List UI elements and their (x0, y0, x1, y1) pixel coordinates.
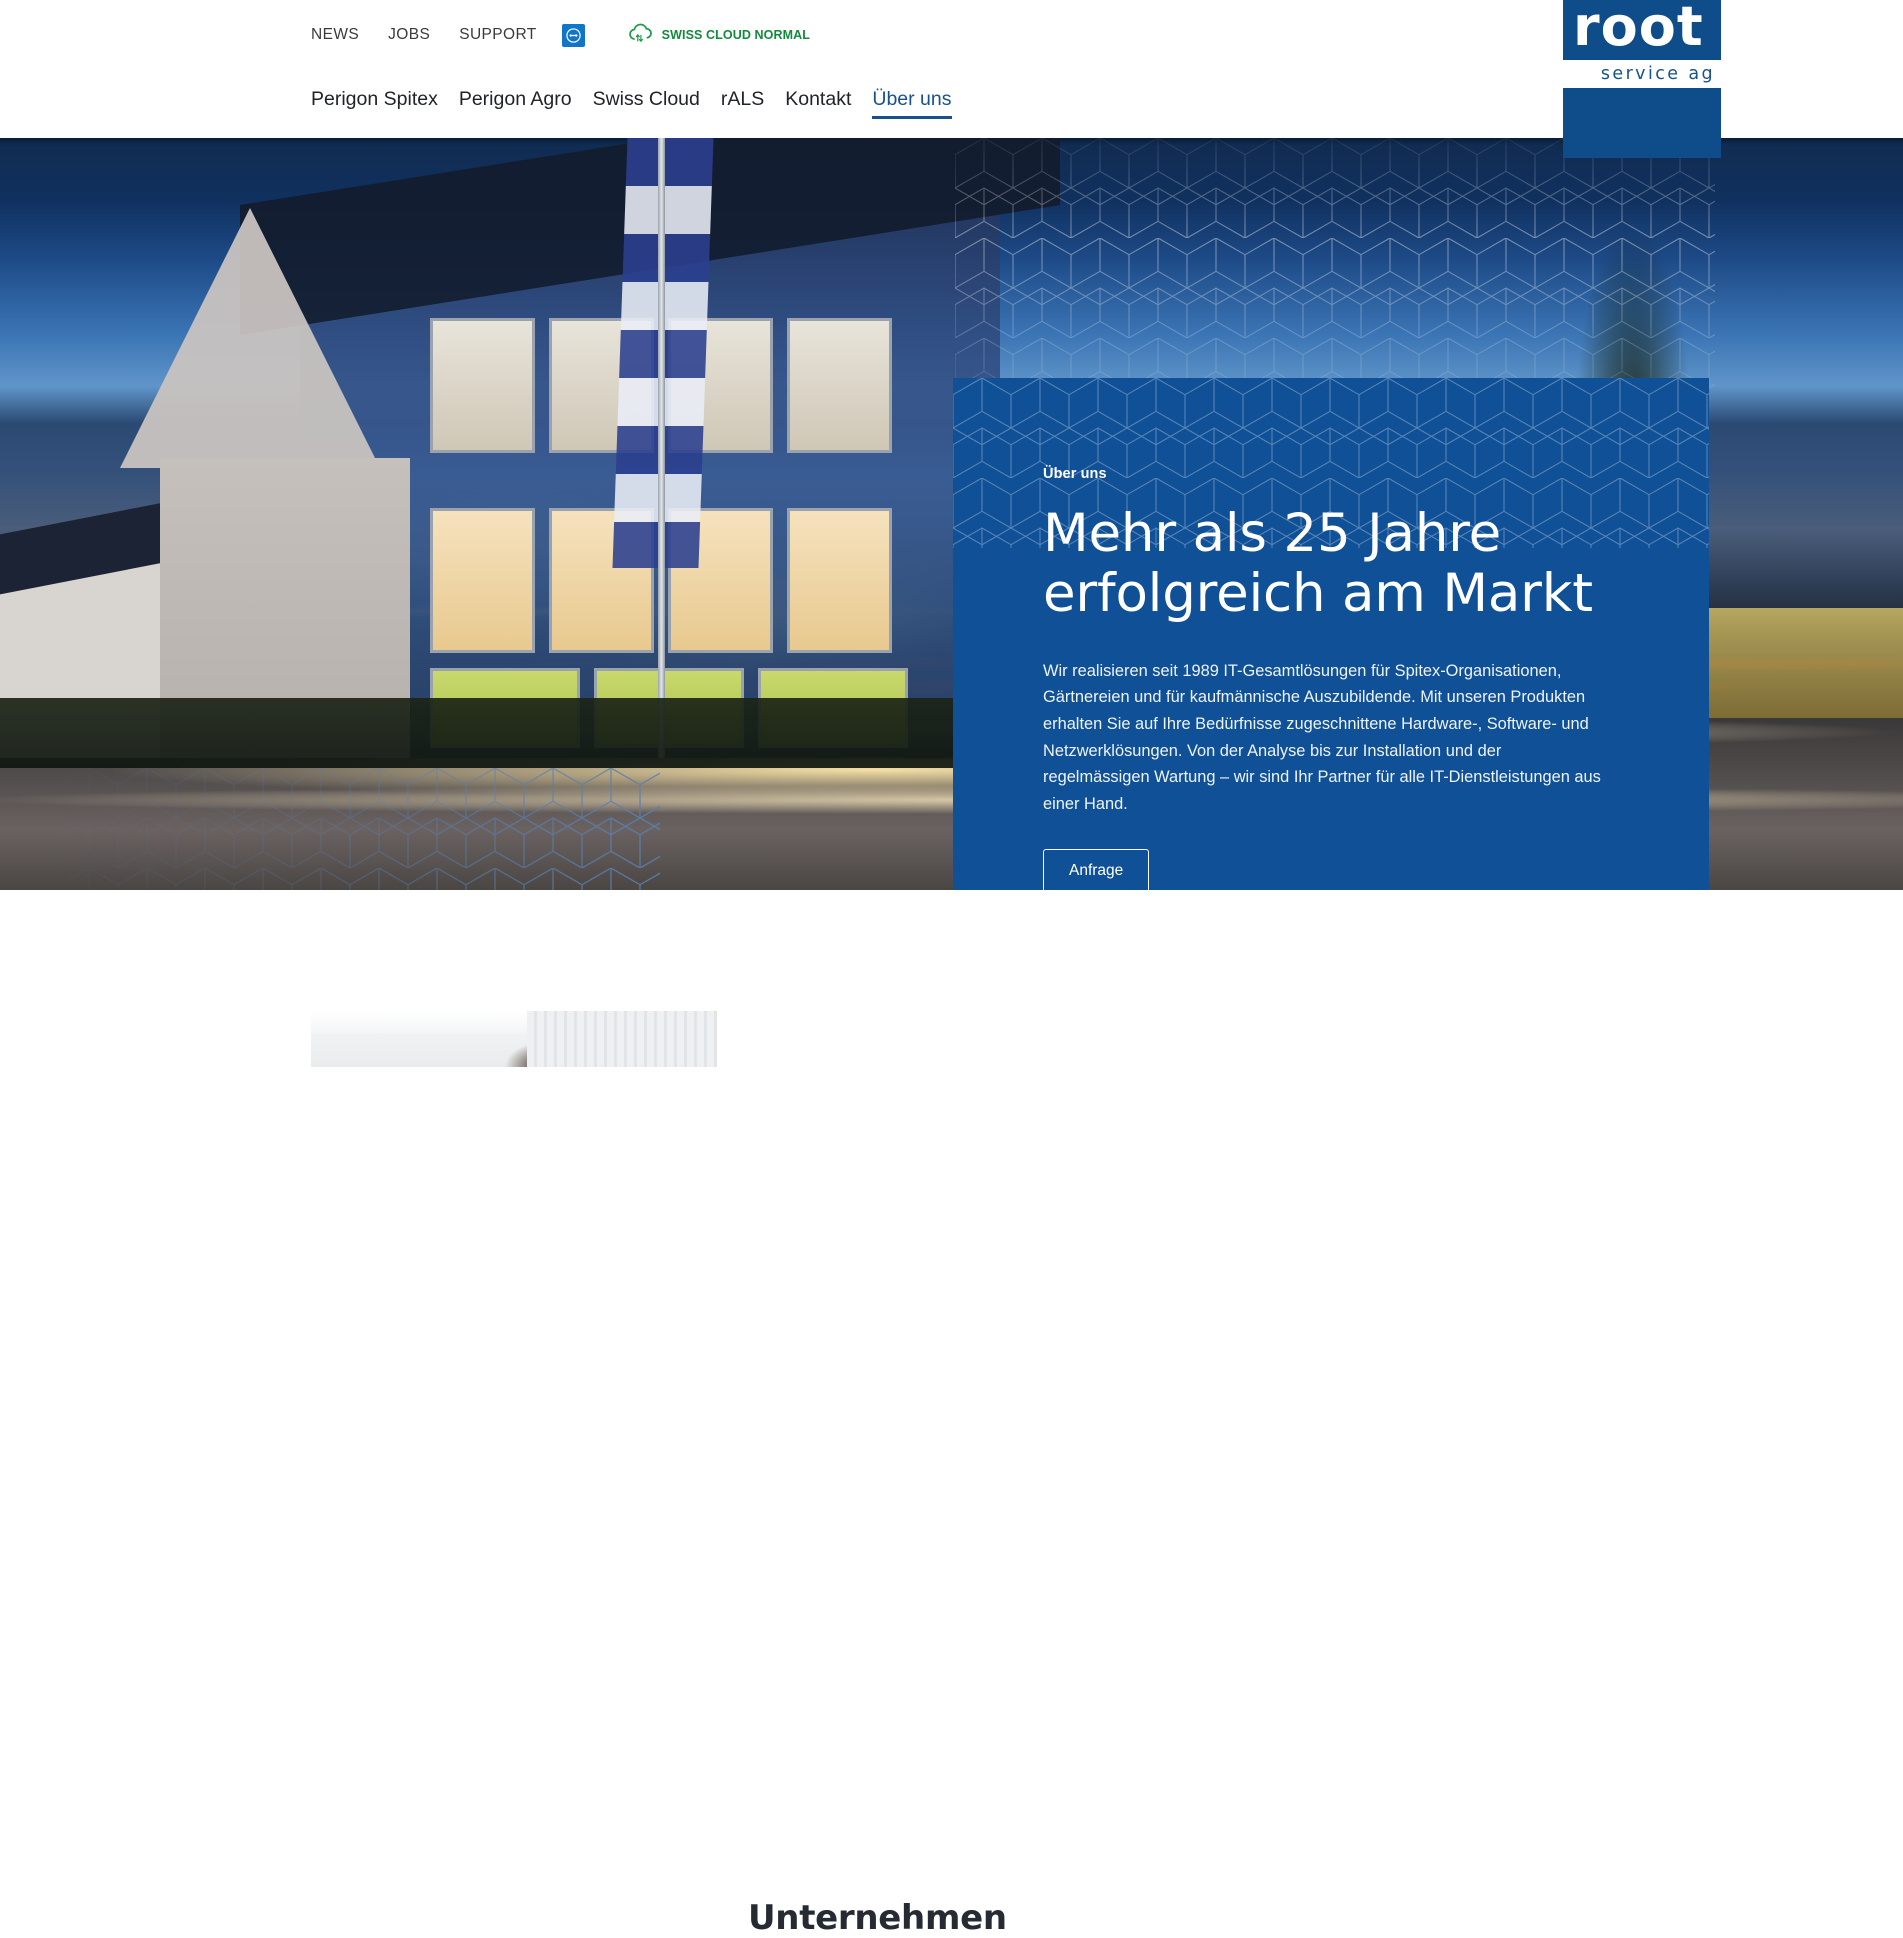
isometric-cube-pattern-bottom (60, 768, 660, 890)
utility-bar: NEWS JOBS SUPPORT SWISS CLOUD NORMAL (311, 22, 810, 48)
isometric-cube-pattern-top (955, 138, 1715, 388)
cloud-status-label: SWISS CLOUD NORMAL (661, 28, 810, 42)
window (430, 318, 535, 453)
hero-title: Mehr als 25 Jahre erfolgreich am Markt (1043, 503, 1593, 625)
window (787, 508, 892, 653)
hero-text-block: Über uns Mehr als 25 Jahre erfolgreich a… (1043, 466, 1649, 890)
unternehmen-image (311, 1011, 717, 1067)
site-logo[interactable]: root service ag (1563, 0, 1721, 158)
nav-item-perigon-agro[interactable]: Perigon Agro (459, 89, 572, 119)
cloud-sync-icon (626, 21, 654, 50)
hero-eyebrow: Über uns (1043, 466, 1107, 482)
window-blinds (527, 1011, 717, 1067)
anfrage-button[interactable]: Anfrage (1043, 849, 1150, 890)
nav-item-kontakt[interactable]: Kontakt (785, 89, 851, 119)
nav-item-rals[interactable]: rALS (721, 89, 764, 119)
teamviewer-icon[interactable] (561, 23, 585, 47)
logo-bottom-block (1563, 88, 1721, 158)
section-title-unternehmen: Unternehmen (748, 1898, 1007, 1938)
utility-link-news[interactable]: NEWS (311, 26, 359, 44)
gable-roof (120, 208, 380, 468)
hero-banner: Über uns Mehr als 25 Jahre erfolgreich a… (0, 138, 1903, 890)
hero-body-text: Wir realisieren seit 1989 IT-Gesamtlösun… (1043, 661, 1601, 813)
nav-item-perigon-spitex[interactable]: Perigon Spitex (311, 89, 438, 119)
main-navigation: Perigon Spitex Perigon Agro Swiss Cloud … (311, 89, 952, 119)
window (787, 318, 892, 453)
logo-subtitle: service ag (1600, 64, 1715, 84)
unternehmen-section: Unternehmen (0, 890, 1903, 1938)
nav-item-swiss-cloud[interactable]: Swiss Cloud (593, 89, 700, 119)
utility-link-jobs[interactable]: JOBS (388, 26, 430, 44)
flag-pole (658, 138, 665, 758)
parked-car (1693, 608, 1903, 718)
nav-item-ueber-uns[interactable]: Über uns (872, 89, 952, 119)
site-header: NEWS JOBS SUPPORT SWISS CLOUD NORMAL Per… (0, 0, 1903, 158)
logo-wordmark: root (1573, 0, 1704, 58)
window (430, 508, 535, 653)
utility-link-support[interactable]: SUPPORT (459, 26, 536, 44)
cloud-status[interactable]: SWISS CLOUD NORMAL (626, 21, 810, 50)
hero-content-panel: Über uns Mehr als 25 Jahre erfolgreich a… (953, 378, 1709, 890)
